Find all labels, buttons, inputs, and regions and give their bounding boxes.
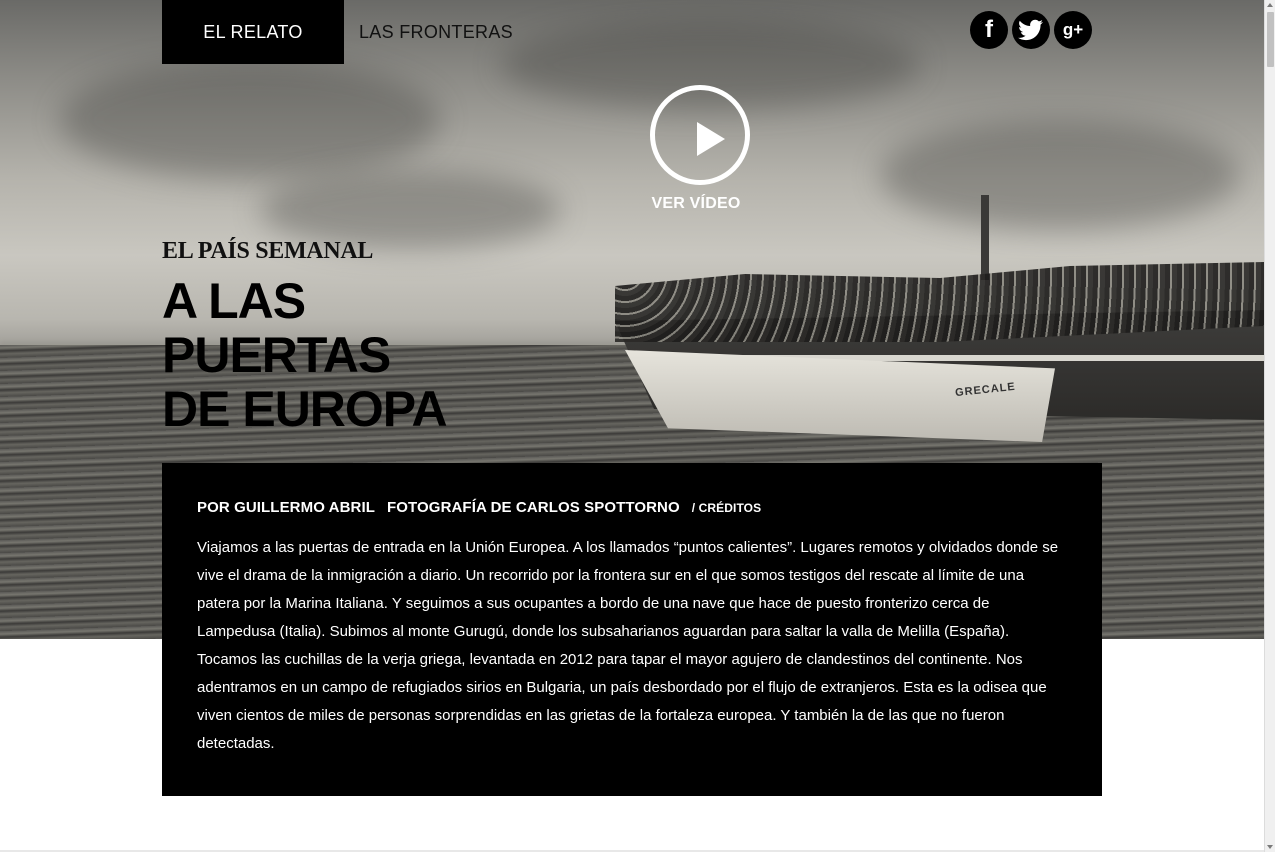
title-line: A LAS bbox=[162, 273, 306, 329]
photographer: FOTOGRAFÍA DE CARLOS SPOTTORNO bbox=[387, 499, 680, 516]
scrollbar-thumb[interactable] bbox=[1267, 12, 1274, 67]
title-line: PUERTAS bbox=[162, 327, 391, 383]
article-intro-box: POR GUILLERMO ABRIL FOTOGRAFÍA DE CARLOS … bbox=[162, 463, 1102, 796]
social-links: f g+ bbox=[970, 11, 1092, 49]
byline: POR GUILLERMO ABRIL FOTOGRAFÍA DE CARLOS … bbox=[197, 499, 1067, 516]
title-line: DE EUROPA bbox=[162, 381, 448, 437]
twitter-icon[interactable] bbox=[1012, 11, 1050, 49]
tab-las-fronteras[interactable]: LAS FRONTERAS bbox=[344, 0, 528, 64]
cloud bbox=[60, 60, 440, 180]
play-video-button[interactable]: VER VÍDEO bbox=[645, 85, 755, 213]
tab-el-relato[interactable]: EL RELATO bbox=[162, 0, 344, 64]
intro-paragraph: Viajamos a las puertas de entrada en la … bbox=[197, 539, 1059, 752]
people-crowd bbox=[615, 262, 1264, 342]
play-icon[interactable] bbox=[650, 85, 750, 185]
top-nav: EL RELATO LAS FRONTERAS bbox=[162, 0, 528, 64]
scroll-down-icon[interactable] bbox=[1267, 845, 1273, 849]
play-video-label[interactable]: VER VÍDEO bbox=[637, 195, 755, 213]
facebook-icon[interactable]: f bbox=[970, 11, 1008, 49]
masthead-logo: EL PAÍS SEMANAL bbox=[162, 238, 374, 264]
vertical-scrollbar[interactable] bbox=[1264, 0, 1275, 852]
page-title: A LAS PUERTAS DE EUROPA bbox=[162, 273, 448, 437]
ship-mast bbox=[981, 195, 989, 280]
cloud bbox=[880, 120, 1240, 230]
boat-name: GRECALE bbox=[954, 380, 1017, 400]
credits-link[interactable]: / CRÉDITOS bbox=[692, 501, 761, 515]
scroll-up-icon[interactable] bbox=[1267, 3, 1273, 7]
googleplus-icon[interactable]: g+ bbox=[1054, 11, 1092, 49]
author: POR GUILLERMO ABRIL bbox=[197, 499, 376, 516]
